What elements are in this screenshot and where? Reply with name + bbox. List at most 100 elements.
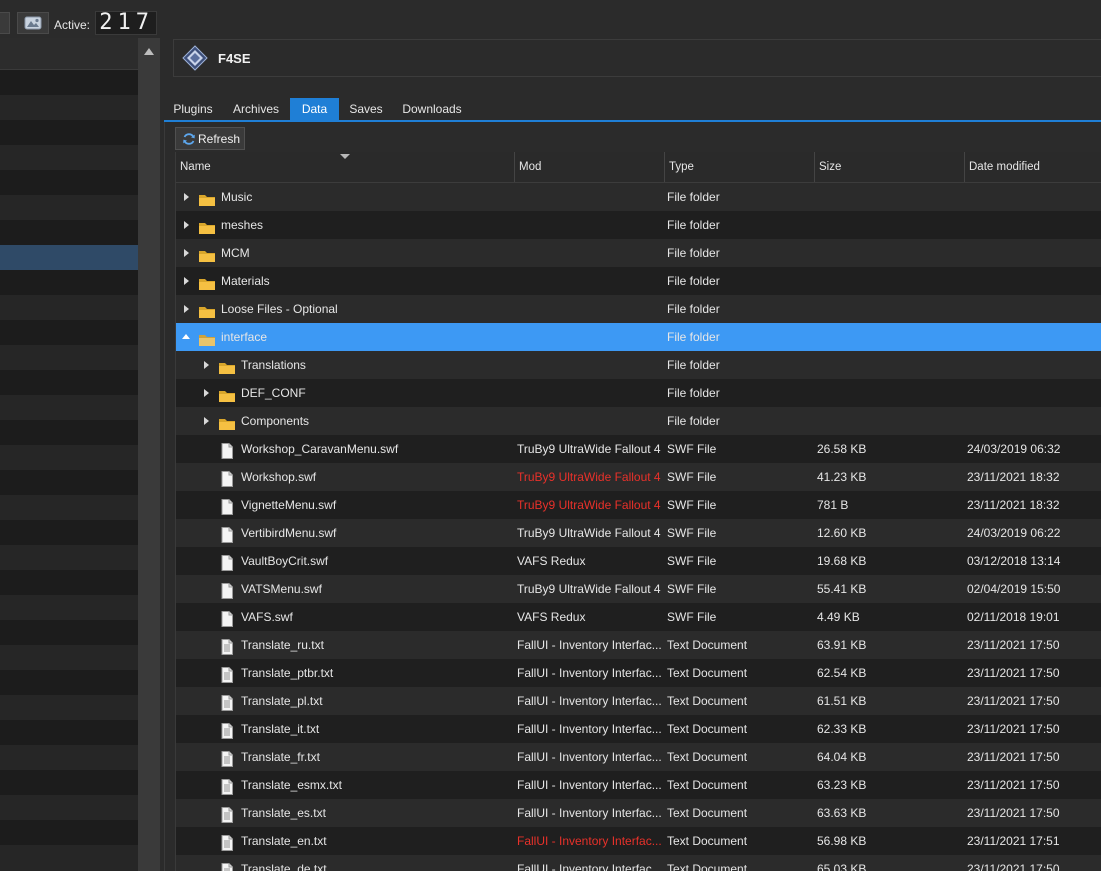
mod-list-row-selected[interactable] xyxy=(0,245,138,270)
item-date: 03/12/2018 13:14 xyxy=(967,554,1061,568)
file-row[interactable]: Translate_it.txt FallUI - Inventory Inter… xyxy=(176,715,1101,743)
expand-arrow-icon[interactable] xyxy=(184,221,189,229)
column-header-type[interactable]: Type xyxy=(664,152,814,182)
mod-list-scrollbar[interactable] xyxy=(138,38,160,871)
folder-row[interactable]: Loose Files - Optional File folder xyxy=(176,295,1101,323)
mod-list-row[interactable] xyxy=(0,820,138,845)
data-file-tree[interactable]: Name Mod Type Size Date modified Music Fi… xyxy=(175,152,1101,871)
folder-row[interactable]: Materials File folder xyxy=(176,267,1101,295)
mod-list-row[interactable] xyxy=(0,345,138,370)
collapse-arrow-icon[interactable] xyxy=(182,334,190,339)
mod-list-row[interactable] xyxy=(0,195,138,220)
item-name: Translate_ptbr.txt xyxy=(241,666,334,680)
mod-list-row[interactable] xyxy=(0,520,138,545)
mod-list-row[interactable] xyxy=(0,395,138,420)
column-header-size[interactable]: Size xyxy=(814,152,964,182)
tab-data[interactable]: Data xyxy=(290,98,339,120)
expand-arrow-icon[interactable] xyxy=(184,249,189,257)
scroll-up-icon[interactable] xyxy=(144,48,154,55)
item-mod xyxy=(517,379,665,407)
mod-list-row[interactable] xyxy=(0,770,138,795)
folder-row[interactable]: interface File folder xyxy=(176,323,1101,351)
item-mod xyxy=(517,183,665,211)
refresh-button[interactable]: Refresh xyxy=(175,127,245,150)
mod-list-header[interactable] xyxy=(0,38,138,70)
expand-arrow-icon[interactable] xyxy=(204,389,209,397)
item-size: 781 B xyxy=(817,498,849,512)
mod-list-row[interactable] xyxy=(0,145,138,170)
mod-list-row[interactable] xyxy=(0,470,138,495)
file-row[interactable]: Translate_fr.txt FallUI - Inventory Inter… xyxy=(176,743,1101,771)
file-row[interactable]: VATSMenu.swf TruBy9 UltraWide Fallout 4 SW… xyxy=(176,575,1101,603)
mod-list-row[interactable] xyxy=(0,745,138,770)
file-row[interactable]: VAFS.swf VAFS Redux SWF File 4.49 KB 02/11/2… xyxy=(176,603,1101,631)
item-type: Text Document xyxy=(667,694,748,708)
mod-list-row[interactable] xyxy=(0,95,138,120)
expand-arrow-icon[interactable] xyxy=(184,193,189,201)
file-row[interactable]: VaultBoyCrit.swf VAFS Redux SWF File 19.68 … xyxy=(176,547,1101,575)
archive-manager-button[interactable] xyxy=(17,12,49,34)
file-row[interactable]: Translate_pl.txt FallUI - Inventory Inter… xyxy=(176,687,1101,715)
file-row[interactable]: Translate_esmx.txt FallUI - Inventory Int… xyxy=(176,771,1101,799)
mod-list-row[interactable] xyxy=(0,320,138,345)
image-icon xyxy=(24,16,42,30)
column-header-mod[interactable]: Mod xyxy=(514,152,664,182)
mod-list-row[interactable] xyxy=(0,670,138,695)
file-row[interactable]: Workshop_CaravanMenu.swf TruBy9 UltraWide… xyxy=(176,435,1101,463)
mod-list-row[interactable] xyxy=(0,620,138,645)
expand-arrow-icon[interactable] xyxy=(204,417,209,425)
folder-row[interactable]: DEF_CONF File folder xyxy=(176,379,1101,407)
mod-list-row[interactable] xyxy=(0,220,138,245)
folder-row[interactable]: MCM File folder xyxy=(176,239,1101,267)
expand-arrow-icon[interactable] xyxy=(204,361,209,369)
tab-plugins[interactable]: Plugins xyxy=(168,98,218,120)
file-row[interactable]: VignetteMenu.swf TruBy9 UltraWide Fallout… xyxy=(176,491,1101,519)
tab-downloads[interactable]: Downloads xyxy=(398,98,466,120)
mod-list-row[interactable] xyxy=(0,545,138,570)
tab-archives[interactable]: Archives xyxy=(226,98,286,120)
mod-list-row[interactable] xyxy=(0,645,138,670)
folder-row[interactable]: Components File folder xyxy=(176,407,1101,435)
mod-list-row[interactable] xyxy=(0,795,138,820)
mod-list-row[interactable] xyxy=(0,70,138,95)
folder-row[interactable]: meshes File folder xyxy=(176,211,1101,239)
mod-list-row[interactable] xyxy=(0,845,138,870)
file-row[interactable]: Translate_de.txt FallUI - Inventory Inter… xyxy=(176,855,1101,871)
file-row[interactable]: Translate_ru.txt FallUI - Inventory Inter… xyxy=(176,631,1101,659)
mod-list-row[interactable] xyxy=(0,120,138,145)
column-header-date[interactable]: Date modified xyxy=(964,152,1101,182)
mod-list-row[interactable] xyxy=(0,295,138,320)
mod-list-row[interactable] xyxy=(0,595,138,620)
item-type: Text Document xyxy=(667,806,748,820)
file-row[interactable]: VertibirdMenu.swf TruBy9 UltraWide Fallou… xyxy=(176,519,1101,547)
file-row[interactable]: Workshop.swf TruBy9 UltraWide Fallout 4 SW… xyxy=(176,463,1101,491)
toolbar-button[interactable] xyxy=(0,12,10,34)
file-row[interactable]: Translate_en.txt FallUI - Inventory Inter… xyxy=(176,827,1101,855)
item-size: 55.41 KB xyxy=(817,582,867,596)
mod-list-row[interactable] xyxy=(0,720,138,745)
item-type: SWF File xyxy=(667,526,717,540)
expand-arrow-icon[interactable] xyxy=(184,305,189,313)
file-row[interactable]: Translate_es.txt FallUI - Inventory Inter… xyxy=(176,799,1101,827)
item-date xyxy=(967,323,1101,351)
folder-row[interactable]: Translations File folder xyxy=(176,351,1101,379)
file-row[interactable]: Translate_ptbr.txt FallUI - Inventory Int… xyxy=(176,659,1101,687)
mod-list-row[interactable] xyxy=(0,570,138,595)
item-type: File folder xyxy=(667,190,720,204)
mod-list-row[interactable] xyxy=(0,270,138,295)
mod-list-row[interactable] xyxy=(0,420,138,445)
mod-list-row[interactable] xyxy=(0,170,138,195)
expand-arrow-icon[interactable] xyxy=(184,277,189,285)
mod-list-row[interactable] xyxy=(0,695,138,720)
item-name: VignetteMenu.swf xyxy=(241,498,337,512)
item-name: VertibirdMenu.swf xyxy=(241,526,337,540)
active-count-display: 217 xyxy=(95,11,157,35)
item-date: 24/03/2019 06:32 xyxy=(967,442,1061,456)
mod-list-row[interactable] xyxy=(0,495,138,520)
tab-saves[interactable]: Saves xyxy=(344,98,388,120)
mod-list-row[interactable] xyxy=(0,445,138,470)
mod-list-row[interactable] xyxy=(0,370,138,395)
mod-list[interactable] xyxy=(0,38,138,871)
executable-header[interactable]: F4SE xyxy=(173,39,1101,77)
folder-row[interactable]: Music File folder xyxy=(176,183,1101,211)
